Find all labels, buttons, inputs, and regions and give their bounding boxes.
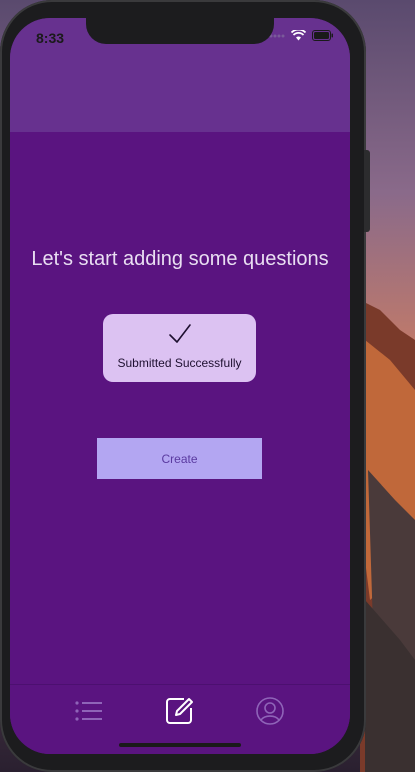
- main-content: Let's start adding some questions Submit…: [10, 132, 350, 684]
- tab-profile[interactable]: [250, 691, 290, 731]
- profile-icon: [256, 697, 284, 725]
- app-screen: 8:33 Let's start adding some questions S…: [10, 18, 350, 754]
- edit-icon: [166, 698, 193, 724]
- page-headline: Let's start adding some questions: [31, 248, 329, 270]
- battery-icon: [312, 30, 333, 41]
- create-button[interactable]: Create: [97, 438, 262, 479]
- home-indicator: [119, 743, 241, 747]
- status-icons: [269, 30, 334, 41]
- phone-side-button: [364, 150, 370, 232]
- wifi-icon: [291, 30, 306, 41]
- tab-edit[interactable]: [160, 691, 200, 731]
- checkmark-icon: [169, 324, 191, 343]
- device-notch: [86, 18, 274, 44]
- success-toast: Submitted Successfully: [103, 314, 256, 382]
- list-icon: [75, 701, 102, 721]
- tab-list[interactable]: [69, 691, 109, 731]
- toast-message: Submitted Successfully: [117, 356, 242, 370]
- status-time: 8:33: [36, 30, 65, 46]
